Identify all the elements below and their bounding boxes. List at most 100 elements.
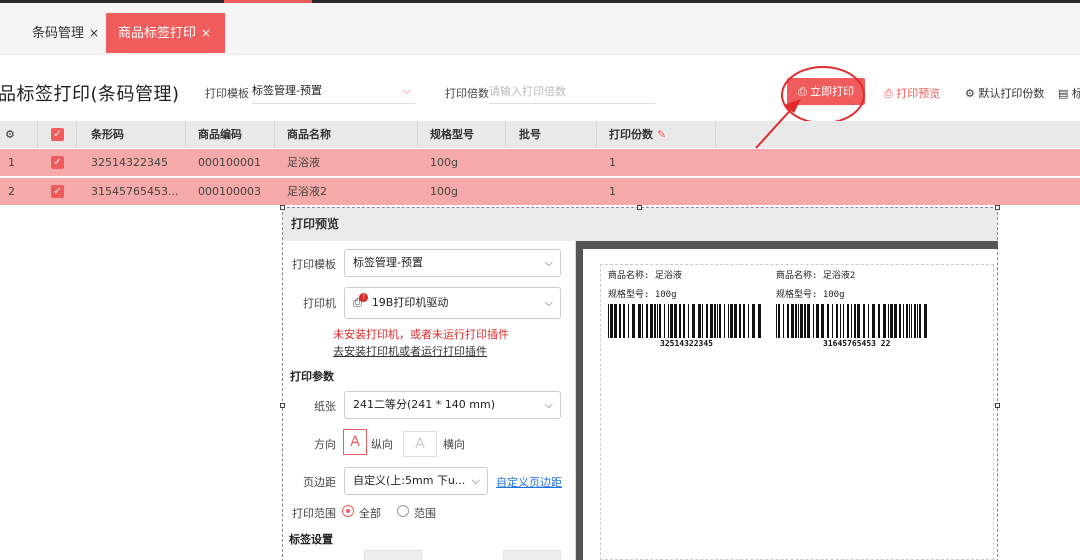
barcode-number: 31645765453 22 [823, 339, 891, 348]
barcode-bar [783, 304, 784, 338]
barcode-image [776, 304, 927, 338]
barcode-bar [863, 304, 865, 338]
label-settings-label: 标 [1071, 87, 1080, 100]
barcode-bar [734, 304, 737, 338]
print-preview-button[interactable]: ⎙ 打印预览 [884, 85, 940, 101]
column-divider [76, 121, 77, 148]
barcode-bar [646, 304, 648, 338]
barcode-bar [872, 304, 875, 338]
barcode-bar [717, 304, 718, 338]
copies-input[interactable] [489, 80, 655, 104]
column-divider [185, 121, 186, 148]
barcode-bar [903, 304, 904, 338]
resize-handle[interactable] [995, 205, 1000, 210]
header-print-copies[interactable]: 打印份数 ✎ [609, 121, 666, 148]
landscape-icon[interactable]: A [403, 431, 437, 457]
custom-margin-link[interactable]: 自定义页边距 [496, 474, 562, 490]
portrait-icon[interactable]: A [343, 429, 367, 455]
cell-print-copies[interactable]: 1 [609, 178, 616, 205]
header-product-name[interactable]: 商品名称 [287, 121, 331, 148]
barcode-bar [670, 304, 673, 338]
barcode-bar [914, 304, 916, 338]
label-spec-value: 100g [822, 290, 845, 300]
barcode-bar [894, 304, 897, 338]
range-all-label[interactable]: 全部 [359, 505, 381, 521]
chevron-down-icon: ⌵ [544, 296, 553, 309]
cell-print-copies[interactable]: 1 [609, 149, 616, 176]
install-printer-link[interactable]: 去安装打印机或者运行打印插件 [333, 343, 487, 359]
label-settings-button[interactable] [503, 550, 561, 560]
tab-bar: 条码管理 × 商品标签打印 × [0, 3, 1080, 55]
portrait-label[interactable]: 纵向 [371, 436, 393, 452]
barcode-bar [619, 304, 621, 338]
preview-template-value: 标签管理-预置 [353, 256, 423, 269]
alert-badge-icon: ! [359, 293, 369, 302]
edit-icon[interactable]: ✎ [657, 128, 666, 141]
barcode-bar [836, 304, 838, 338]
resize-handle[interactable] [995, 403, 1000, 408]
preview-canvas-frame [576, 241, 583, 560]
barcode-bar [698, 304, 701, 338]
barcode-bar [883, 304, 886, 338]
column-divider [417, 121, 418, 148]
label-spec-row: 规格型号: 100g [776, 287, 845, 300]
resize-handle[interactable] [280, 205, 285, 210]
resize-handle[interactable] [637, 205, 642, 210]
column-divider [505, 121, 506, 148]
barcode-bar [917, 304, 918, 338]
barcode-bar [847, 304, 849, 338]
default-copies-button[interactable]: ⚙ 默认打印份数 [965, 85, 1044, 101]
cell-product-name: 足浴液 [287, 156, 320, 169]
printer-icon: ⎙ [884, 87, 897, 100]
barcode-bar [752, 304, 755, 338]
range-all-radio[interactable] [342, 505, 354, 517]
preview-template-select[interactable]: 标签管理-预置 ⌵ [344, 249, 561, 277]
tab-label-print[interactable]: 商品标签打印 × [106, 13, 225, 53]
barcode-image [608, 304, 761, 338]
barcode-bar [748, 304, 749, 338]
page-title: 品标签打印(条码管理) [0, 84, 180, 105]
range-part-label[interactable]: 范围 [414, 505, 436, 521]
landscape-label[interactable]: 横向 [443, 436, 465, 452]
column-divider [37, 121, 38, 148]
table-row[interactable]: 1 ✓ 32514322345 000100001 足浴液 100g 1 [0, 149, 1080, 176]
row-checkbox[interactable]: ✓ [51, 156, 64, 169]
barcode-bar [776, 304, 777, 338]
row-index: 2 [8, 185, 15, 198]
row-checkbox[interactable]: ✓ [51, 185, 64, 198]
label-name-value: 足浴液 [654, 271, 682, 281]
label-settings-button[interactable] [364, 550, 422, 560]
margin-select[interactable]: 自定义(上:5mm 下u... ⌵ [344, 467, 488, 495]
paper-select[interactable]: 241二等分(241 * 140 mm) ⌵ [344, 391, 561, 419]
range-part-radio[interactable] [397, 505, 409, 517]
label-spec-row: 规格型号: 100g [608, 287, 677, 300]
copies-label: 打印倍数 [445, 87, 489, 100]
barcode-bar [919, 304, 921, 338]
header-barcode[interactable]: 条形码 [91, 121, 124, 148]
gear-icon[interactable]: ⚙ [5, 121, 15, 148]
template-select[interactable]: 标签管理-预置 ⌵ [252, 78, 415, 104]
dialog-title[interactable]: 打印预览 [283, 208, 997, 241]
barcode-bar [827, 304, 829, 338]
barcode-bar [890, 304, 893, 338]
printer-select[interactable]: ⎙ ! 19B打印机驱动 ⌵ [344, 287, 561, 319]
barcode-bar [632, 304, 635, 338]
header-spec[interactable]: 规格型号 [430, 121, 474, 148]
barcode-bar [628, 304, 629, 338]
barcode-bar [702, 304, 703, 338]
close-icon[interactable]: × [201, 26, 211, 40]
table-row[interactable]: 2 ✓ 31545765453... 000100003 足浴液2 100g 1 [0, 178, 1080, 205]
header-batch[interactable]: 批号 [519, 121, 541, 148]
barcode-bar [657, 304, 658, 338]
barcode-bar [868, 304, 869, 338]
select-all-checkbox[interactable]: ✓ [51, 128, 64, 141]
close-icon[interactable]: × [89, 26, 99, 40]
barcode-bar [758, 304, 761, 338]
label-settings-button[interactable]: ▤ 标 [1058, 85, 1080, 101]
label-settings-title: 标签设置 [289, 533, 333, 546]
barcode-bar [906, 304, 908, 338]
tab-barcode-management[interactable]: 条码管理 × [20, 13, 111, 53]
chevron-down-icon: ⌵ [544, 256, 553, 269]
label-name-row: 商品名称: 足浴液 [608, 268, 682, 281]
header-product-code[interactable]: 商品编码 [198, 121, 242, 148]
